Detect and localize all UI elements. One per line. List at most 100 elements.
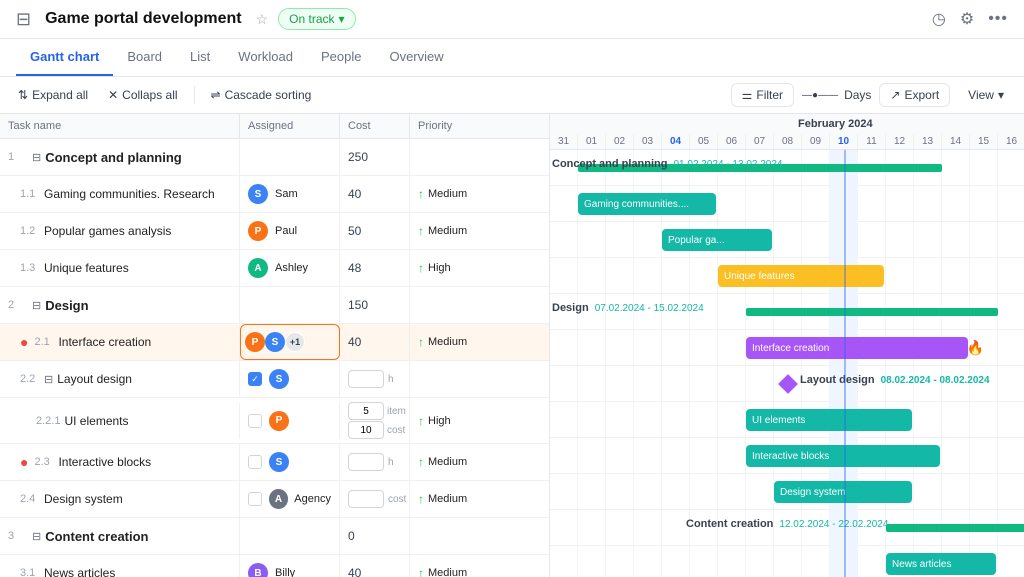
settings-icon[interactable]: ⚙ bbox=[960, 9, 974, 29]
view-label: View bbox=[968, 88, 994, 102]
gantt-cell bbox=[578, 474, 606, 510]
gantt-cell bbox=[550, 438, 578, 474]
gantt-cell bbox=[550, 366, 578, 402]
toolbar-separator bbox=[194, 86, 195, 104]
gantt-bar[interactable]: Gaming communities.... bbox=[578, 193, 716, 215]
history-icon[interactable]: ◷ bbox=[932, 9, 946, 29]
checkbox[interactable] bbox=[248, 414, 262, 428]
section-expand-icon[interactable]: ⊟ bbox=[32, 299, 41, 312]
gantt-cell bbox=[550, 186, 578, 222]
main-content: Task name Assigned Cost Priority 1 ⊟ Con… bbox=[0, 114, 1024, 577]
collapse-all-button[interactable]: ✕ Collaps all bbox=[100, 84, 185, 106]
gantt-cell bbox=[858, 222, 886, 258]
gantt-day: 01 bbox=[578, 134, 606, 149]
cost-input-item[interactable] bbox=[348, 402, 384, 420]
gantt-day: 31 bbox=[550, 134, 578, 149]
alert-icon: ● bbox=[20, 334, 28, 350]
cost-input[interactable] bbox=[348, 453, 384, 471]
avatar: P bbox=[269, 411, 289, 431]
fire-icon: 🔥 bbox=[967, 340, 984, 357]
filter-button[interactable]: ⚌ Filter bbox=[731, 83, 794, 107]
gantt-cell bbox=[998, 330, 1024, 366]
priority-cell bbox=[410, 518, 500, 554]
checkbox[interactable] bbox=[248, 455, 262, 469]
gantt-bar[interactable]: Interactive blocks bbox=[746, 445, 940, 467]
assigned-cell: P bbox=[240, 403, 340, 439]
task-name-cell: 1.2 Popular games analysis bbox=[0, 213, 240, 249]
gantt-cell bbox=[886, 258, 914, 294]
task-table: Task name Assigned Cost Priority 1 ⊟ Con… bbox=[0, 114, 550, 577]
gantt-bar[interactable]: Design system bbox=[774, 481, 912, 503]
task-name-cell: 2.4 Design system bbox=[0, 481, 240, 517]
export-button[interactable]: ↗ Export bbox=[879, 83, 950, 107]
cost-cell: h bbox=[340, 361, 410, 397]
th-assigned: Assigned bbox=[240, 114, 340, 138]
gantt-cell bbox=[998, 546, 1024, 577]
view-button[interactable]: View ▾ bbox=[958, 84, 1014, 106]
collapse-label: Collaps all bbox=[122, 88, 177, 102]
section-expand-icon[interactable]: ⊟ bbox=[32, 151, 41, 164]
status-badge[interactable]: On track ▾ bbox=[278, 8, 355, 30]
section-expand-icon[interactable]: ⊟ bbox=[32, 530, 41, 543]
table-row: 1.2 Popular games analysis P Paul 50 ↑ M… bbox=[0, 213, 549, 250]
gantt-cell bbox=[550, 222, 578, 258]
cascade-sorting-button[interactable]: ⇌ Cascade sorting bbox=[203, 84, 320, 106]
table-row: 1.1 Gaming communities. Research S Sam 4… bbox=[0, 176, 549, 213]
expand-all-button[interactable]: ⇅ Expand all bbox=[10, 84, 96, 106]
gantt-bar[interactable]: Popular ga... bbox=[662, 229, 772, 251]
gantt-cell bbox=[942, 402, 970, 438]
tab-people[interactable]: People bbox=[307, 39, 375, 76]
gantt-cell bbox=[942, 150, 970, 186]
cost-cell: item cost bbox=[340, 398, 410, 443]
checkbox[interactable] bbox=[248, 492, 262, 506]
collapse-icon: ✕ bbox=[108, 88, 118, 102]
section-expand-icon[interactable]: ⊟ bbox=[44, 373, 53, 386]
priority-cell: ↑ Medium bbox=[410, 213, 500, 249]
gantt-cell bbox=[998, 222, 1024, 258]
gantt-day: 06 bbox=[718, 134, 746, 149]
gantt-cell bbox=[578, 402, 606, 438]
task-name-cell: 2.2 ⊟ Layout design bbox=[0, 361, 240, 397]
tab-workload[interactable]: Workload bbox=[224, 39, 307, 76]
gantt-cell bbox=[606, 546, 634, 577]
gantt-day-today: 10 bbox=[830, 134, 858, 149]
cost-input[interactable] bbox=[348, 370, 384, 388]
tab-overview[interactable]: Overview bbox=[375, 39, 457, 76]
avatar: S bbox=[269, 369, 289, 389]
gantt-cell bbox=[942, 438, 970, 474]
gantt-cell bbox=[550, 546, 578, 577]
gantt-bar[interactable]: UI elements bbox=[746, 409, 912, 431]
star-icon[interactable]: ☆ bbox=[256, 11, 269, 28]
gantt-cell bbox=[690, 474, 718, 510]
gantt-cell bbox=[690, 366, 718, 402]
gantt-cell bbox=[830, 186, 858, 222]
gantt-cell bbox=[718, 366, 746, 402]
priority-cell bbox=[410, 287, 500, 323]
gantt-cell bbox=[774, 222, 802, 258]
gantt-cell bbox=[606, 258, 634, 294]
top-bar: ⊟ Game portal development ☆ On track ▾ ◷… bbox=[0, 0, 1024, 39]
gantt-bar[interactable]: Unique features bbox=[718, 265, 884, 287]
tab-gantt-chart[interactable]: Gantt chart bbox=[16, 39, 113, 76]
priority-cell: ↑ Medium bbox=[410, 444, 500, 480]
gantt-cell bbox=[606, 438, 634, 474]
tab-list[interactable]: List bbox=[176, 39, 224, 76]
gantt-cell bbox=[578, 438, 606, 474]
more-icon[interactable]: ••• bbox=[988, 10, 1008, 28]
cost-input-cost[interactable] bbox=[348, 421, 384, 439]
cost-input[interactable] bbox=[348, 490, 384, 508]
days-label: Days bbox=[844, 88, 871, 102]
tab-board[interactable]: Board bbox=[113, 39, 176, 76]
gantt-row: Concept and planning01.02.2024 - 13.02.2… bbox=[550, 150, 1024, 186]
gantt-cell bbox=[914, 186, 942, 222]
gantt-cell bbox=[606, 366, 634, 402]
priority-cell: ↑ Medium bbox=[410, 555, 500, 577]
task-name-cell: ● 2.3 Interactive blocks bbox=[0, 444, 240, 480]
gantt-bar[interactable]: Interface creation🔥 bbox=[746, 337, 968, 359]
gantt-bar[interactable]: News articles bbox=[886, 553, 996, 575]
gantt-row: Unique features bbox=[550, 258, 1024, 294]
table-row: 2.4 Design system A Agency cost ↑ Medium bbox=[0, 481, 549, 518]
gantt-section-label: Design07.02.2024 - 15.02.2024 bbox=[552, 302, 704, 314]
gantt-row: Interface creation🔥 bbox=[550, 330, 1024, 366]
checkbox[interactable]: ✓ bbox=[248, 372, 262, 386]
